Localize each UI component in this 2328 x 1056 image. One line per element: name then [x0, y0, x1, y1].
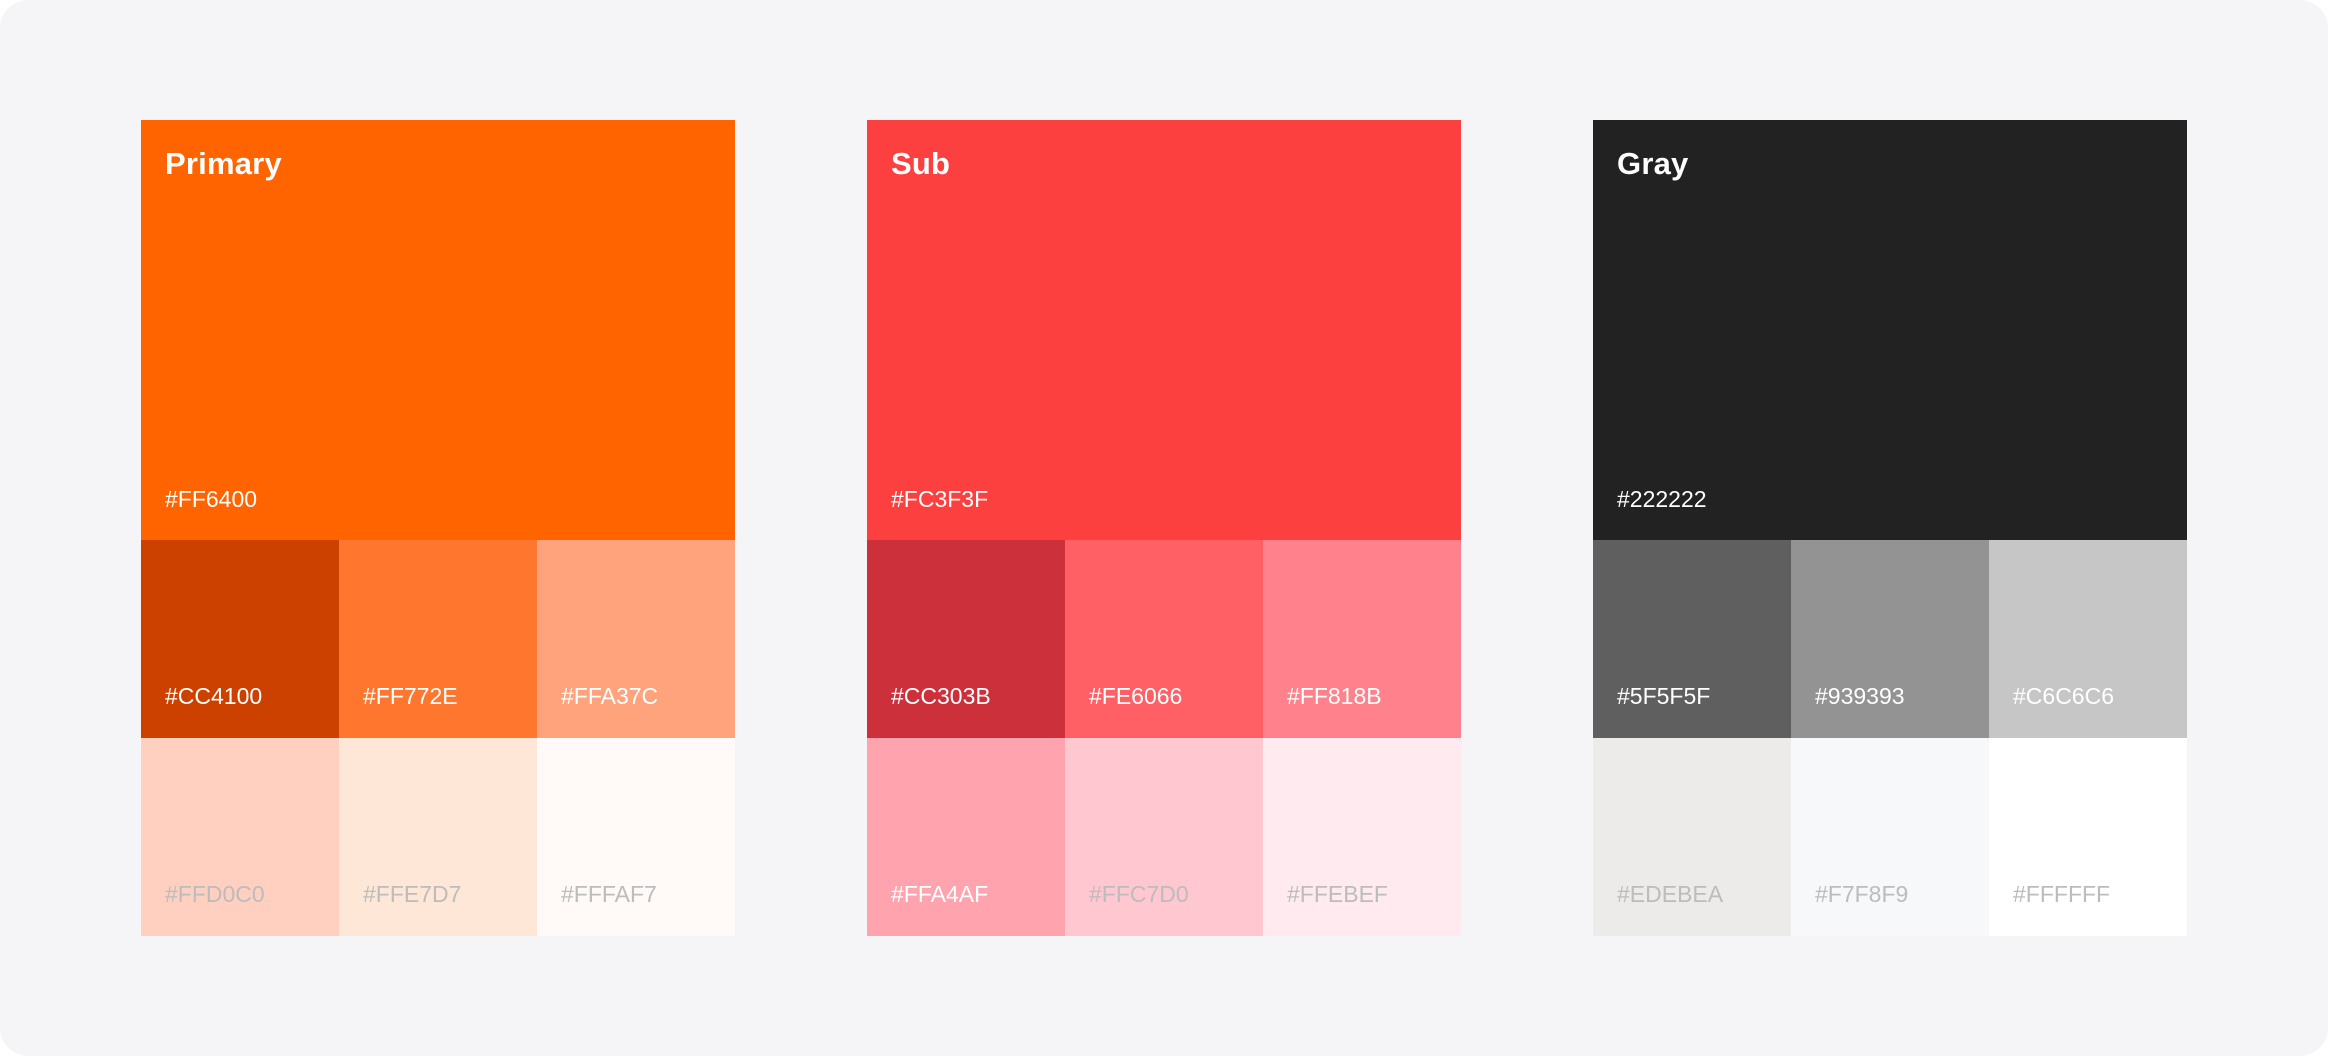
hex-label: #FFE7D7 — [363, 881, 462, 907]
hex-label: #CC303B — [891, 683, 991, 709]
palette-gray: Gray #222222 #5F5F5F #939393 #C6C6C6 #ED… — [1593, 120, 2187, 936]
shade-swatch: #C6C6C6 — [1989, 540, 2187, 738]
shade-row: #CC4100 #FF772E #FFA37C — [141, 540, 735, 738]
shade-swatch: #FF772E — [339, 540, 537, 738]
hex-label: #CC4100 — [165, 683, 263, 709]
hex-label: #FFEBEF — [1287, 881, 1388, 907]
hex-label: #FF6400 — [165, 486, 258, 512]
shade-swatch: #CC4100 — [141, 540, 339, 738]
hex-label: #FE6066 — [1089, 683, 1183, 709]
shade-swatch: #FE6066 — [1065, 540, 1263, 738]
palette-primary: Primary #FF6400 #CC4100 #FF772E #FFA37C … — [141, 120, 735, 936]
tint-swatch: #FFFFFF — [1989, 738, 2187, 936]
tint-swatch: #FFC7D0 — [1065, 738, 1263, 936]
shade-swatch: #FF818B — [1263, 540, 1461, 738]
hex-label: #FF772E — [363, 683, 458, 709]
color-palette-canvas: Primary #FF6400 #CC4100 #FF772E #FFA37C … — [0, 0, 2328, 1056]
palette-sub: Sub #FC3F3F #CC303B #FE6066 #FF818B #FFA… — [867, 120, 1461, 936]
tint-swatch: #FFA4AF — [867, 738, 1065, 936]
hex-label: #FF818B — [1287, 683, 1382, 709]
hex-label: #FC3F3F — [891, 486, 989, 512]
shade-row: #5F5F5F #939393 #C6C6C6 — [1593, 540, 2187, 738]
hex-label: #FFA37C — [561, 683, 659, 709]
hex-label: #FFD0C0 — [165, 881, 265, 907]
hex-label: #5F5F5F — [1617, 683, 1711, 709]
tint-swatch: #FFE7D7 — [339, 738, 537, 936]
hex-label: #FFC7D0 — [1089, 881, 1189, 907]
shade-swatch: #CC303B — [867, 540, 1065, 738]
main-swatch: Gray #222222 — [1593, 120, 2187, 540]
palette-title: Gray — [1617, 146, 1689, 181]
tint-swatch: #FFEBEF — [1263, 738, 1461, 936]
tint-swatch: #FFD0C0 — [141, 738, 339, 936]
hex-label: #939393 — [1815, 683, 1905, 709]
hex-label: #EDEBEA — [1617, 881, 1724, 907]
tint-swatch: #F7F8F9 — [1791, 738, 1989, 936]
shade-swatch: #939393 — [1791, 540, 1989, 738]
main-swatch: Primary #FF6400 — [141, 120, 735, 540]
main-swatch: Sub #FC3F3F — [867, 120, 1461, 540]
palette-title: Sub — [891, 146, 951, 181]
palette-title: Primary — [165, 146, 282, 181]
tint-swatch: #EDEBEA — [1593, 738, 1791, 936]
tint-swatch: #FFFAF7 — [537, 738, 735, 936]
shade-row: #CC303B #FE6066 #FF818B — [867, 540, 1461, 738]
hex-label: #222222 — [1617, 486, 1707, 512]
hex-label: #F7F8F9 — [1815, 881, 1909, 907]
shade-swatch: #FFA37C — [537, 540, 735, 738]
tint-row: #FFA4AF #FFC7D0 #FFEBEF — [867, 738, 1461, 936]
hex-label: #C6C6C6 — [2013, 683, 2114, 709]
hex-label: #FFFFFF — [2013, 881, 2111, 907]
hex-label: #FFFAF7 — [561, 881, 657, 907]
tint-row: #FFD0C0 #FFE7D7 #FFFAF7 — [141, 738, 735, 936]
shade-swatch: #5F5F5F — [1593, 540, 1791, 738]
hex-label: #FFA4AF — [891, 881, 989, 907]
tint-row: #EDEBEA #F7F8F9 #FFFFFF — [1593, 738, 2187, 936]
